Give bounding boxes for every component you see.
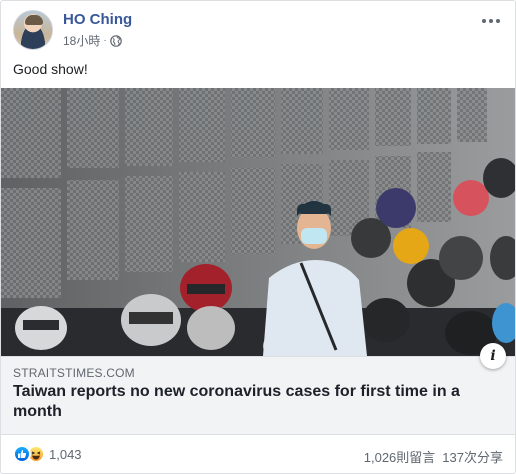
- post-stats: 1,026則留言 137次分享: [364, 447, 503, 466]
- avatar[interactable]: [13, 10, 53, 50]
- post-card: HO Ching 18小時 · Good show! STRAITSTIMES.…: [0, 0, 516, 474]
- link-title[interactable]: Taiwan reports no new coronavirus cases …: [13, 382, 503, 422]
- like-icon: [13, 445, 31, 463]
- post-footer: 1,043 1,026則留言 137次分享: [13, 442, 503, 466]
- share-count[interactable]: 137次分享: [442, 447, 503, 466]
- link-domain: STRAITSTIMES.COM: [13, 366, 135, 380]
- post-timestamp[interactable]: 18小時: [63, 32, 100, 49]
- reaction-count: 1,043: [49, 446, 82, 462]
- meta-separator: ·: [103, 35, 107, 46]
- more-options-icon[interactable]: [479, 13, 503, 29]
- info-icon[interactable]: i: [480, 343, 506, 369]
- comment-count[interactable]: 1,026則留言: [364, 447, 436, 466]
- globe-icon[interactable]: [109, 34, 122, 47]
- reactions-summary[interactable]: 1,043: [13, 445, 82, 463]
- link-info[interactable]: STRAITSTIMES.COM Taiwan reports no new c…: [1, 356, 515, 435]
- post-meta: 18小時 ·: [63, 32, 122, 49]
- post-header: HO Ching 18小時 ·: [13, 10, 503, 52]
- link-preview-image[interactable]: [1, 88, 515, 356]
- post-text: Good show!: [13, 61, 88, 77]
- author-name[interactable]: HO Ching: [63, 11, 132, 28]
